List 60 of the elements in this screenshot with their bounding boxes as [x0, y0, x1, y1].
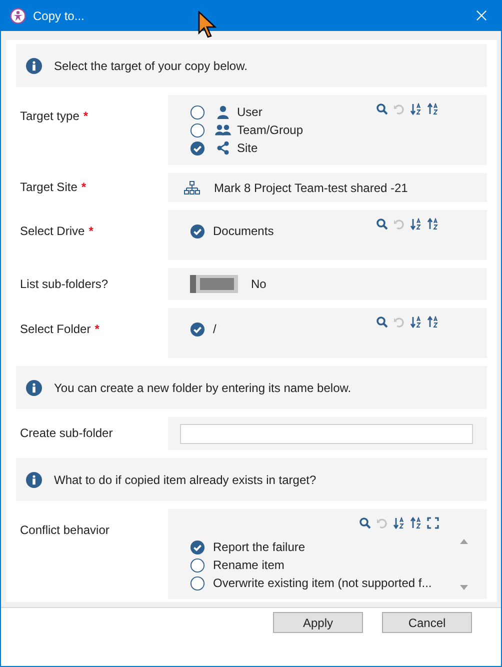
- required-mark: *: [94, 322, 100, 336]
- info-icon: [26, 472, 42, 488]
- apply-button[interactable]: Apply: [273, 612, 363, 633]
- sort-descending-icon[interactable]: [410, 517, 422, 529]
- required-mark: *: [88, 224, 94, 238]
- radio-button[interactable]: [190, 104, 205, 120]
- sort-descending-icon[interactable]: [427, 218, 439, 230]
- share-icon: [215, 141, 231, 155]
- radio-button[interactable]: [190, 322, 205, 336]
- sort-descending-icon[interactable]: [427, 103, 439, 115]
- field-label: Conflict behavior: [20, 523, 110, 537]
- close-icon[interactable]: [476, 10, 487, 21]
- field-label: Create sub-folder: [20, 426, 113, 440]
- search-icon[interactable]: [376, 103, 388, 115]
- sort-descending-icon[interactable]: [427, 316, 439, 328]
- field-label: List sub-folders?: [20, 277, 108, 291]
- radio-option[interactable]: Overwrite existing item (not supported f...: [190, 574, 432, 592]
- hierarchy-icon: [184, 180, 200, 194]
- radio-button[interactable]: [190, 576, 205, 590]
- cursor-icon: [198, 11, 218, 39]
- search-icon[interactable]: [376, 316, 388, 328]
- app-icon: [10, 8, 26, 24]
- fullscreen-icon[interactable]: [427, 517, 439, 529]
- group-icon: [215, 123, 231, 137]
- cancel-button[interactable]: Cancel: [382, 612, 472, 633]
- info-text: You can create a new folder by entering its name below.: [54, 380, 352, 394]
- radio-button[interactable]: [190, 224, 205, 238]
- radio-button[interactable]: [190, 122, 205, 138]
- search-icon[interactable]: [359, 517, 371, 529]
- info-icon: [26, 380, 42, 396]
- sort-ascending-icon[interactable]: [393, 517, 405, 529]
- search-icon[interactable]: [376, 218, 388, 230]
- radio-button[interactable]: [190, 140, 205, 156]
- radio-button[interactable]: [190, 558, 205, 572]
- info-text: What to do if copied item already exists in target?: [54, 472, 316, 486]
- sort-ascending-icon[interactable]: [410, 218, 422, 230]
- window-title: Copy to...: [33, 8, 86, 22]
- field-label: Target Site: [20, 180, 78, 194]
- user-icon: [215, 105, 231, 119]
- sort-ascending-icon[interactable]: [410, 316, 422, 328]
- site-value: Mark 8 Project Team-test shared -21: [214, 180, 408, 194]
- field-label: Select Drive: [20, 224, 85, 238]
- input-field[interactable]: [180, 424, 473, 444]
- radio-option[interactable]: Team/Group: [190, 121, 304, 139]
- required-mark: *: [83, 109, 88, 123]
- radio-option[interactable]: Site: [190, 139, 258, 157]
- info-icon: [26, 58, 42, 74]
- toggle-switch[interactable]: [190, 275, 238, 293]
- radio-button[interactable]: [190, 540, 205, 554]
- radio-option[interactable]: Documents: [190, 222, 274, 240]
- toggle-state: No: [251, 277, 266, 291]
- radio-option[interactable]: Report the failure: [190, 538, 306, 556]
- radio-option[interactable]: User: [190, 103, 262, 121]
- field-label: Select Folder: [20, 322, 91, 336]
- field-label: Target type: [20, 109, 80, 123]
- radio-option[interactable]: Rename item: [190, 556, 284, 574]
- radio-option[interactable]: /: [190, 320, 216, 338]
- required-mark: *: [81, 180, 86, 194]
- info-text: Select the target of your copy below.: [54, 58, 248, 72]
- sort-ascending-icon[interactable]: [410, 103, 422, 115]
